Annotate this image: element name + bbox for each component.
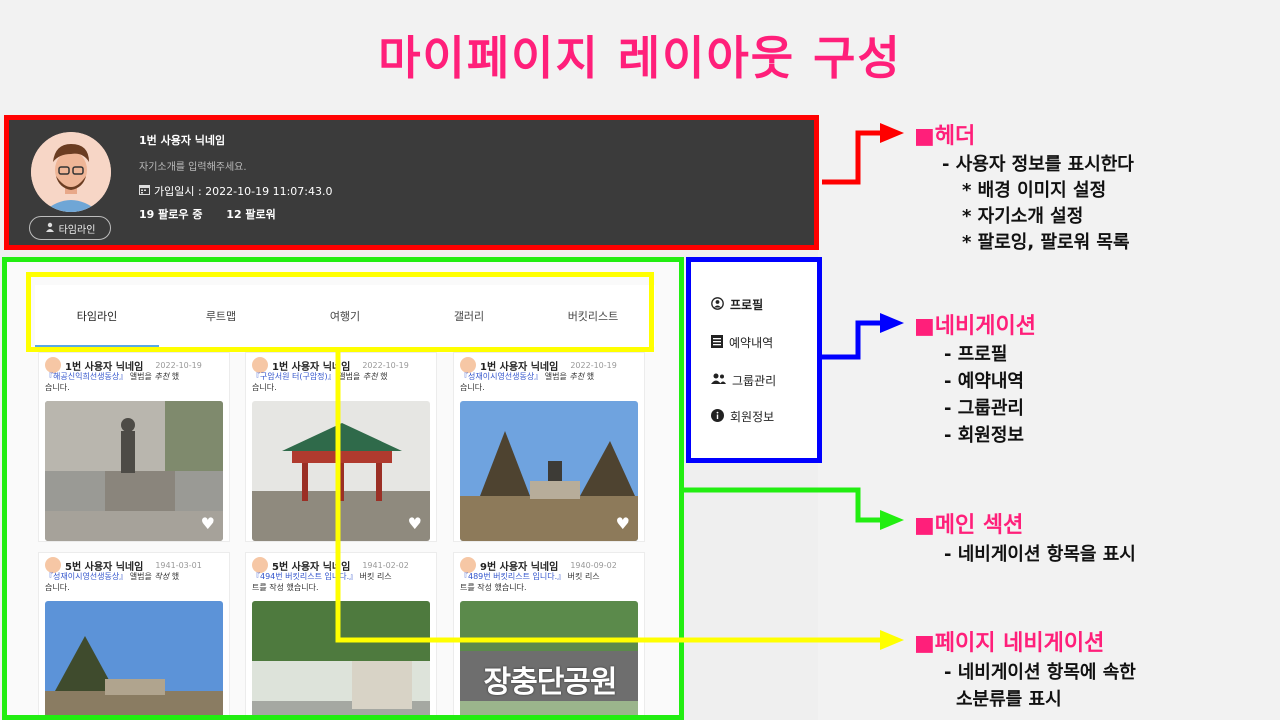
annotation-nav-line: - 회원정보 [944, 425, 1024, 446]
annotation-nav-line: - 예약내역 [944, 371, 1024, 392]
annotation-header-line: * 팔로잉, 팔로워 목록 [962, 232, 1130, 253]
annotation-nav-title: ■네비게이션 [914, 314, 1036, 339]
annotation-header-line: - 사용자 정보를 표시한다 [942, 154, 1134, 175]
annotation-main-title: ■메인 섹션 [914, 513, 1024, 538]
annotation-page-nav-line: - 네비게이션 항목에 속한 [944, 662, 1136, 683]
connector-arrows [335, 123, 904, 650]
annotation-header-title: ■헤더 [914, 124, 976, 149]
annotation-page-nav-title: ■페이지 네비게이션 [914, 631, 1105, 656]
annotation-header-line: * 배경 이미지 설정 [962, 180, 1107, 201]
annotation-header-line: * 자기소개 설정 [962, 206, 1084, 227]
annotation-nav-line: - 프로필 [944, 344, 1008, 365]
annotation-nav-line: - 그룹관리 [944, 398, 1024, 419]
annotation-main-line: - 네비게이션 항목을 표시 [944, 544, 1136, 565]
annotation-page-nav-line: 소분류를 표시 [956, 689, 1062, 710]
